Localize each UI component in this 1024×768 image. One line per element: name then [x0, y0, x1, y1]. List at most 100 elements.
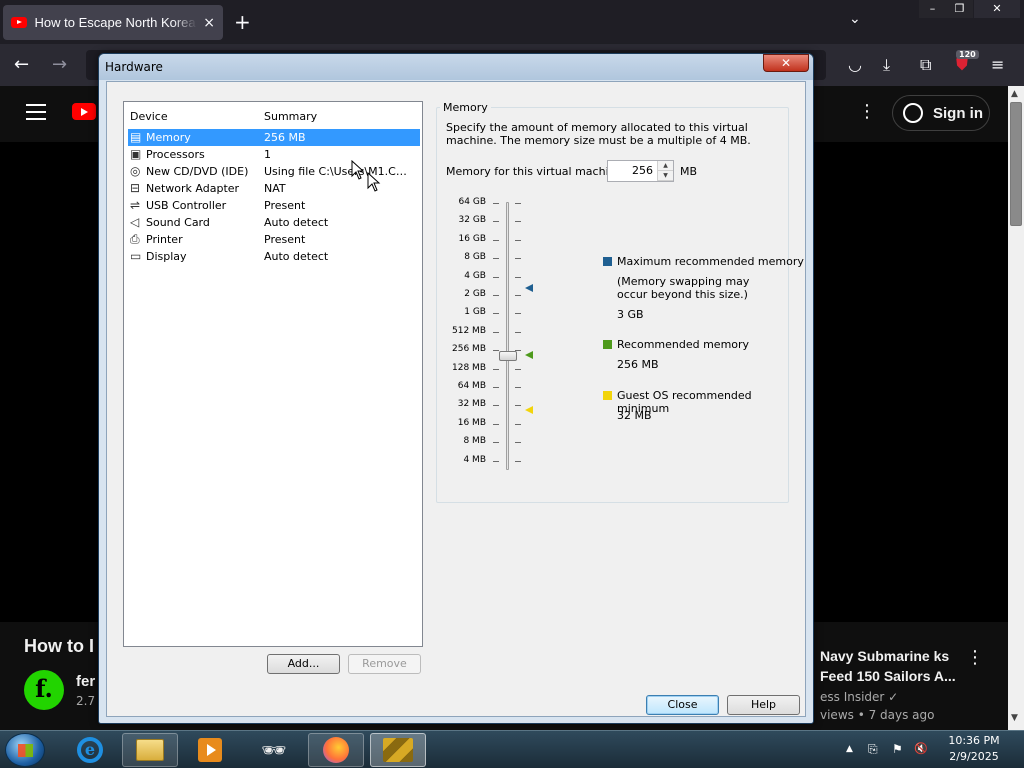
back-button[interactable]: ←	[14, 54, 29, 75]
tray-network-icon[interactable]: ⎘	[868, 742, 878, 757]
sound-icon: ◁	[130, 215, 140, 229]
summary-column-header[interactable]: Summary	[264, 110, 317, 123]
remove-device-button[interactable]: Remove	[348, 654, 421, 674]
guest-min-swatch	[603, 391, 612, 400]
slider-tick-mark	[515, 368, 521, 370]
slider-tick-label: 16 MB	[457, 417, 486, 428]
forward-button[interactable]: →	[52, 54, 67, 75]
dialog-title: Hardware	[105, 60, 163, 74]
taskbar-private-browser[interactable]: 🕶	[246, 733, 302, 767]
browser-tab[interactable]: How to Escape North Korea - YouTube ×	[3, 5, 223, 40]
slider-tick-mark	[515, 239, 521, 241]
close-button[interactable]: Close	[646, 695, 719, 715]
recommended-label: Recommended memory	[617, 338, 750, 351]
device-name: Memory	[146, 131, 191, 144]
pocket-icon[interactable]: ◡	[848, 55, 862, 74]
slider-tick-mark	[515, 387, 521, 388]
tray-expand-icon[interactable]: ▲	[846, 744, 853, 754]
cd-dvd-icon: ◎	[130, 164, 141, 178]
device-name: Sound Card	[146, 216, 210, 229]
app-menu-icon[interactable]: ≡	[991, 55, 1004, 74]
extension-badge: 120	[956, 50, 979, 59]
taskbar-firefox[interactable]	[308, 733, 364, 767]
channel-name[interactable]: fer	[76, 673, 95, 690]
slider-tick-label: 128 MB	[452, 362, 486, 373]
channel-avatar[interactable]: f.	[24, 670, 64, 710]
recommended-video-title[interactable]: Navy Submarine ks Feed 150 Sailors A...	[820, 646, 970, 686]
device-row[interactable]: ⇌ USB Controller Present	[128, 197, 420, 214]
scrollbar-thumb[interactable]	[1010, 102, 1022, 226]
restore-button[interactable]: ❐	[946, 0, 973, 18]
more-options-icon[interactable]: ⋮	[858, 101, 876, 122]
mouse-cursor-icon	[351, 160, 365, 180]
slider-tick-label: 1 GB	[464, 307, 486, 318]
tray-action-center-icon[interactable]: ⚑	[892, 742, 903, 756]
slider-tick-label: 256 MB	[452, 344, 486, 355]
page-scrollbar[interactable]: ▲ ▼	[1008, 86, 1024, 730]
tab-list-button[interactable]: ⌄	[849, 11, 861, 27]
memory-slider-thumb[interactable]	[499, 351, 517, 361]
slider-tick-mark	[515, 295, 521, 296]
youtube-logo-icon[interactable]	[72, 103, 96, 120]
device-row[interactable]: ▣ Processors 1	[128, 146, 420, 163]
browser-tabstrip: How to Escape North Korea - YouTube × + …	[0, 0, 1024, 44]
taskbar-explorer[interactable]	[122, 733, 178, 767]
recommended-value: 256 MB	[617, 358, 659, 371]
stepper-down-icon[interactable]: ▼	[658, 171, 673, 181]
slider-tick-mark	[493, 387, 499, 388]
tray-volume-icon[interactable]: 🔇	[914, 742, 928, 755]
slider-tick-mark	[515, 442, 521, 444]
dialog-body: Device Summary ▤ Memory 256 MB ▣ Processors 1…	[106, 81, 806, 717]
device-name: Display	[146, 250, 187, 263]
help-button[interactable]: Help	[727, 695, 800, 715]
dialog-close-button[interactable]: ✕	[763, 54, 809, 72]
device-row[interactable]: ▤ Memory 256 MB	[128, 129, 420, 146]
device-row[interactable]: ▭ Display Auto detect	[128, 248, 420, 265]
device-row[interactable]: ⎙ Printer Present	[128, 231, 420, 248]
slider-tick-label: 8 MB	[463, 436, 486, 447]
sign-in-label: Sign in	[933, 104, 983, 122]
taskbar-ie[interactable]: e	[62, 733, 118, 767]
recommended-meta: views • 7 days ago	[820, 708, 935, 722]
memory-slider-track[interactable]	[506, 202, 509, 470]
recommended-more-icon[interactable]: ⋮	[966, 647, 984, 668]
memory-description: Specify the amount of memory allocated t…	[446, 121, 751, 147]
stepper-up-icon[interactable]: ▲	[658, 161, 673, 171]
internet-explorer-icon: e	[77, 737, 103, 763]
slider-tick-mark	[493, 295, 499, 296]
taskbar-vmware[interactable]	[370, 733, 426, 767]
taskbar-clock[interactable]: 10:36 PM 2/9/2025	[944, 733, 1004, 765]
tab-title: How to Escape North Korea - YouTube	[34, 15, 198, 30]
downloads-icon[interactable]: ⤓	[883, 55, 890, 75]
add-device-button[interactable]: Add...	[267, 654, 340, 674]
dialog-titlebar[interactable]: Hardware	[99, 54, 813, 80]
minimize-button[interactable]: –	[919, 0, 946, 18]
memory-stepper[interactable]: 256 ▲ ▼	[607, 160, 674, 182]
hamburger-menu-icon[interactable]	[26, 104, 46, 120]
device-summary: Present	[264, 199, 306, 212]
taskbar-media-player[interactable]	[182, 733, 238, 767]
slider-tick-mark	[515, 221, 521, 223]
memory-stepper-arrows[interactable]: ▲ ▼	[657, 161, 673, 181]
sign-in-button[interactable]: Sign in	[892, 95, 990, 131]
mouse-cursor-shadow-icon	[367, 172, 381, 192]
slider-tick-label: 2 GB	[464, 289, 486, 299]
window-close-button[interactable]: ✕	[974, 0, 1020, 18]
tab-close-icon[interactable]: ×	[203, 15, 215, 31]
memory-icon: ▤	[130, 130, 142, 144]
new-tab-button[interactable]: +	[234, 10, 251, 34]
device-column-header[interactable]: Device	[130, 110, 168, 123]
slider-tick-mark	[493, 405, 499, 407]
slider-tick-label: 4 MB	[463, 454, 486, 465]
device-row[interactable]: ◁ Sound Card Auto detect	[128, 214, 420, 231]
memory-value[interactable]: 256	[632, 164, 653, 177]
start-button[interactable]	[5, 733, 45, 767]
scroll-down-icon[interactable]: ▼	[1011, 713, 1018, 723]
slider-tick-label: 32 MB	[457, 399, 486, 410]
slider-tick-mark	[515, 331, 521, 333]
extensions-icon[interactable]: ⧉	[920, 55, 931, 75]
display-icon: ▭	[130, 249, 142, 263]
media-player-icon	[198, 738, 222, 762]
scroll-up-icon[interactable]: ▲	[1011, 89, 1018, 99]
recommended-swatch	[603, 340, 612, 349]
